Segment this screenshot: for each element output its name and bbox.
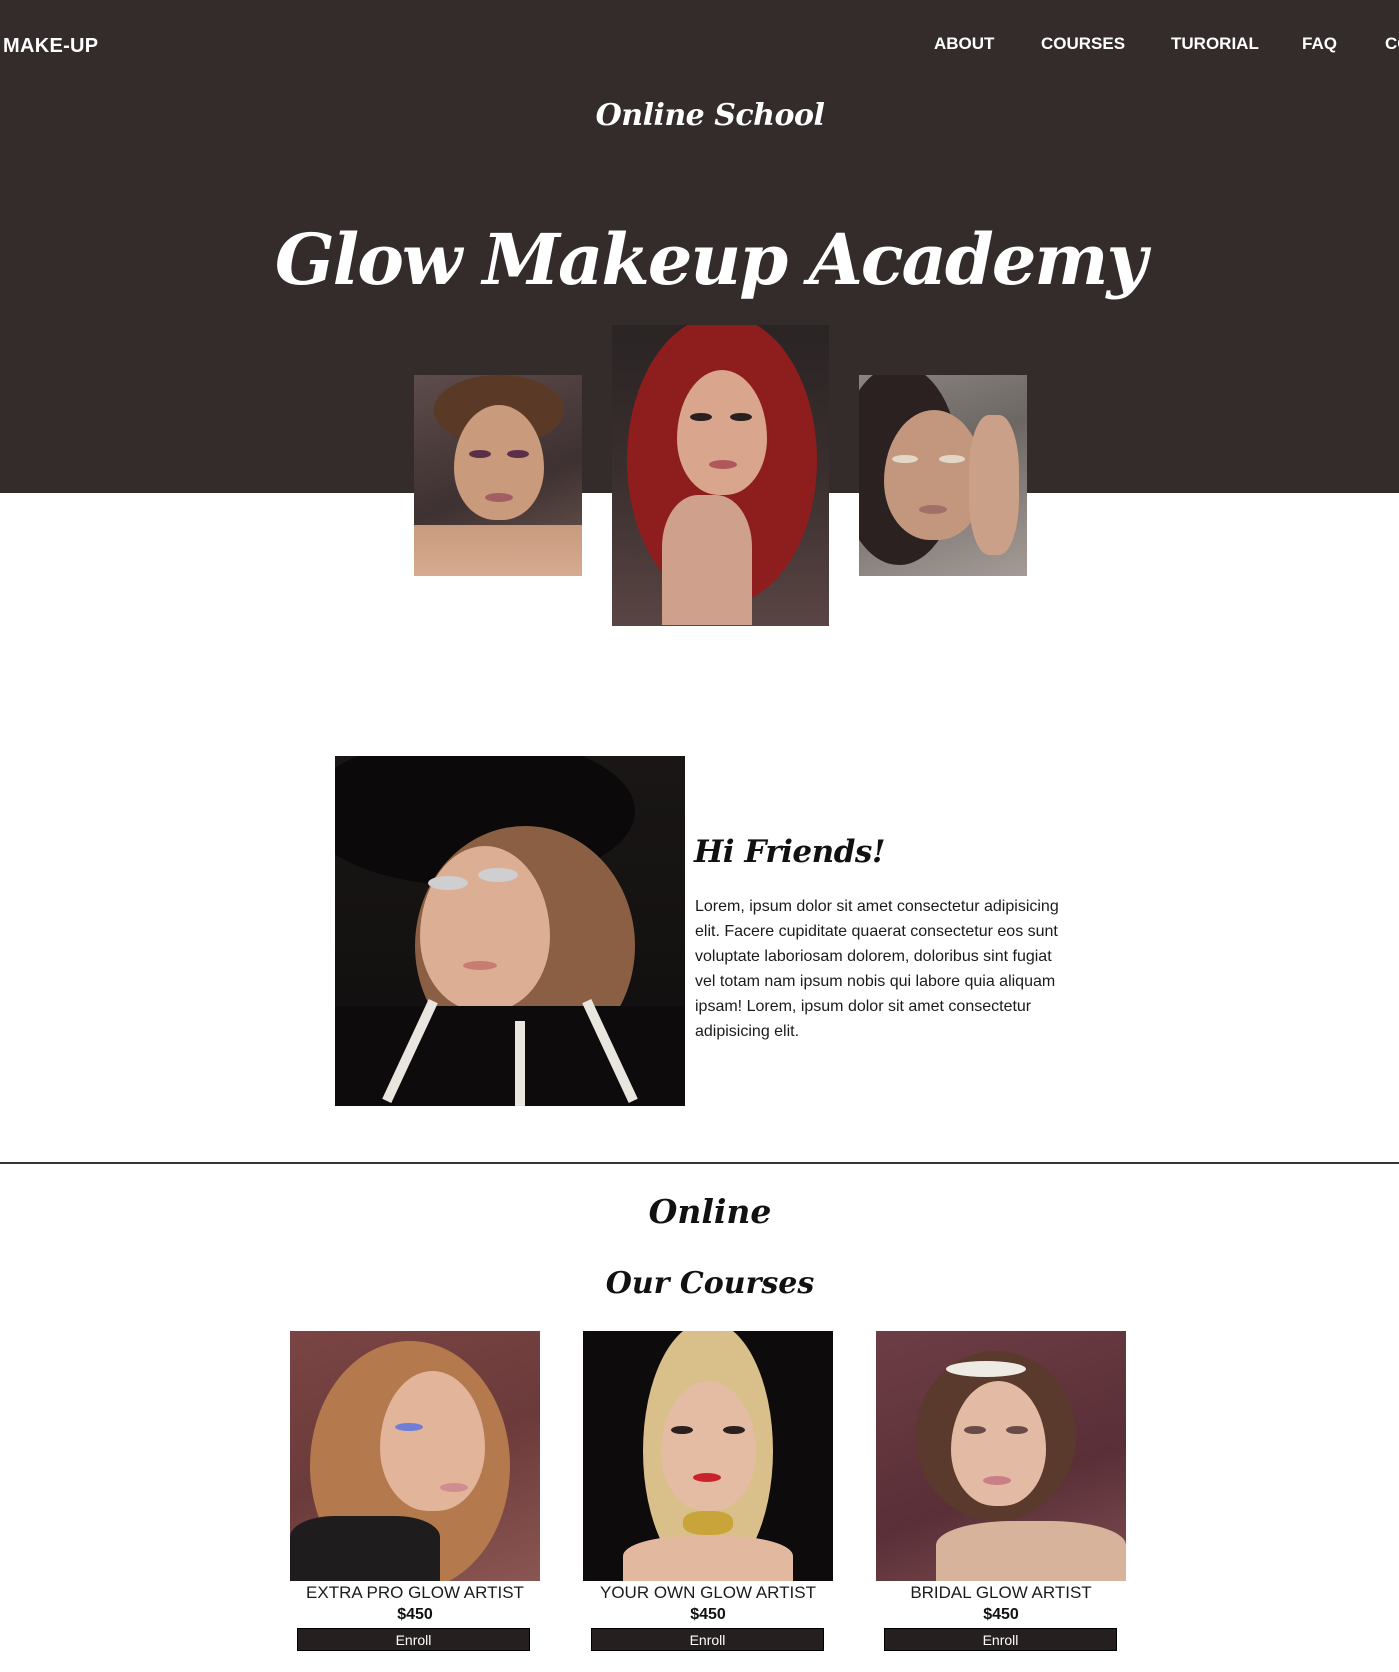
nav-link-tutorial[interactable]: TURORIAL	[1171, 34, 1259, 54]
course-price: $450	[983, 1606, 1019, 1623]
enroll-button-extra-pro[interactable]: Enroll	[297, 1628, 530, 1651]
site-logo[interactable]: MAKE-UP	[3, 35, 98, 58]
nav-link-faq[interactable]: FAQ	[1302, 34, 1337, 54]
hero-title: Glow Makeup Academy	[274, 218, 1147, 301]
enroll-button-bridal[interactable]: Enroll	[884, 1628, 1117, 1651]
courses-title: Our Courses	[605, 1266, 815, 1301]
navbar: MAKE-UP ABOUT COURSES TURORIAL FAQ CONTA…	[0, 0, 1399, 90]
course-name: BRIDAL GLOW ARTIST	[910, 1583, 1092, 1602]
nav-link-contact[interactable]: CONTACT	[1385, 34, 1399, 54]
nav-link-about[interactable]: ABOUT	[934, 34, 994, 54]
course-price: $450	[690, 1606, 726, 1623]
nav-link-courses[interactable]: COURSES	[1041, 34, 1125, 54]
about-heading: Hi Friends!	[694, 834, 885, 870]
hero-photo-left	[414, 375, 582, 576]
course-photo-bridal	[876, 1331, 1126, 1581]
enroll-button-your-own[interactable]: Enroll	[591, 1628, 824, 1651]
course-photo-extra-pro	[290, 1331, 540, 1581]
about-photo	[335, 756, 685, 1106]
hero-photo-center	[612, 325, 829, 626]
section-divider	[0, 1162, 1399, 1164]
courses-eyebrow: Online	[648, 1192, 772, 1231]
course-photo-your-own	[583, 1331, 833, 1581]
course-name: EXTRA PRO GLOW ARTIST	[306, 1583, 524, 1602]
hero-eyebrow: Online School	[595, 98, 825, 133]
course-price: $450	[397, 1606, 433, 1623]
hero-photo-right	[859, 375, 1027, 576]
course-name: YOUR OWN GLOW ARTIST	[600, 1583, 816, 1602]
about-text: Lorem, ipsum dolor sit amet consectetur …	[695, 898, 1059, 1040]
